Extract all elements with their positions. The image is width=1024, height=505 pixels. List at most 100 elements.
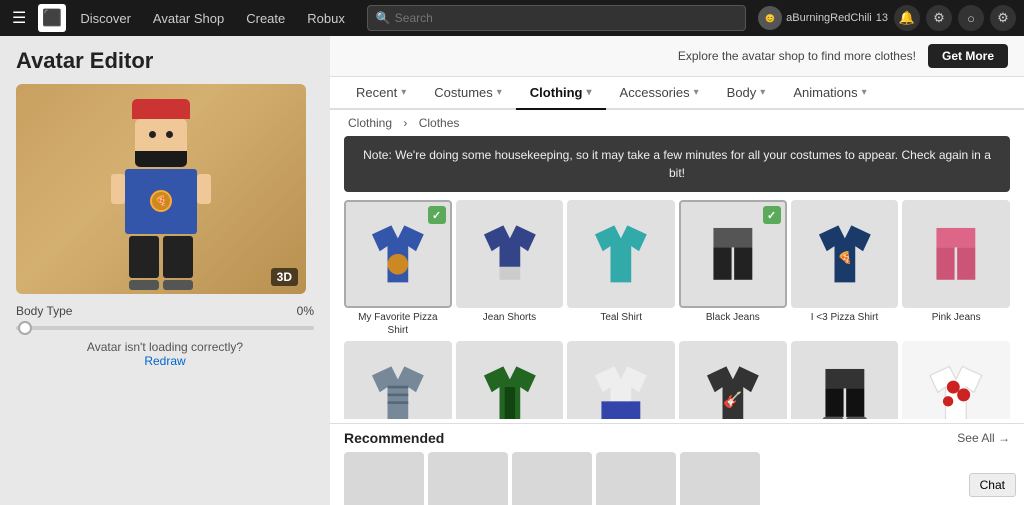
recommended-bar: Recommended See All → <box>330 423 1024 448</box>
redraw-link[interactable]: Redraw <box>144 354 185 368</box>
list-item[interactable]: Jean Shorts with White <box>567 341 675 419</box>
list-item[interactable]: Green Jersey <box>456 341 564 419</box>
notice-bar: Note: We're doing some housekeeping, so … <box>344 136 1010 192</box>
redraw-row: Avatar isn't loading correctly? Redraw <box>16 340 314 368</box>
body-type-row: Body Type 0% <box>16 304 314 318</box>
tabs-bar: Recent ▾ Costumes ▾ Clothing ▾ Accessori… <box>330 77 1024 110</box>
search-input[interactable] <box>395 11 737 25</box>
3d-badge: 3D <box>271 268 298 286</box>
tab-accessories[interactable]: Accessories ▾ <box>606 77 713 110</box>
clothing-item-name: Jean Shorts <box>483 311 536 324</box>
tab-recent[interactable]: Recent ▾ <box>342 77 420 110</box>
clothing-thumb[interactable]: 🍕 <box>791 200 899 308</box>
list-item[interactable] <box>428 452 508 505</box>
clothing-grid: ✓ My Favorite Pizza Shirt Jean Shorts <box>330 200 1024 419</box>
tab-body[interactable]: Body ▾ <box>713 77 780 110</box>
shirt-icon <box>917 215 995 293</box>
avatar-eyes <box>135 119 187 138</box>
list-item[interactable]: Teal Shirt <box>567 200 675 337</box>
list-item[interactable]: 🎸 Guitar Tee with Black <box>679 341 787 419</box>
avatar-legs <box>129 236 193 278</box>
list-item[interactable]: ✓ My Favorite Pizza Shirt <box>344 200 452 337</box>
clothing-thumb[interactable] <box>456 341 564 419</box>
list-item[interactable]: Bloxxer <box>902 341 1010 419</box>
tab-recent-arrow: ▾ <box>401 87 406 98</box>
avatar-head <box>135 119 187 167</box>
chat-button[interactable]: Chat <box>969 473 1016 497</box>
user-info: 😊 aBurningRedChili 13 <box>758 6 888 30</box>
list-item[interactable]: Pink Jeans <box>902 200 1010 337</box>
clothing-item-name: Black Jeans <box>706 311 760 324</box>
tab-costumes-arrow: ▾ <box>497 87 502 98</box>
redraw-text: Avatar isn't loading correctly? <box>87 340 243 354</box>
tab-clothing[interactable]: Clothing ▾ <box>516 77 606 110</box>
body-type-pct: 0% <box>297 304 314 318</box>
notifications-icon[interactable]: 🔔 <box>894 5 920 31</box>
page-title: Avatar Editor <box>16 48 314 74</box>
tab-accessories-arrow: ▾ <box>694 87 699 98</box>
list-item[interactable]: Grey Striped Shirt with <box>344 341 452 419</box>
svg-text:🎸: 🎸 <box>723 390 742 409</box>
list-item[interactable] <box>512 452 592 505</box>
nav-discover[interactable]: Discover <box>70 7 141 30</box>
shirt-icon <box>806 356 884 419</box>
gear-icon[interactable]: ⚙ <box>990 5 1016 31</box>
list-item[interactable] <box>344 452 424 505</box>
left-panel: Avatar Editor � <box>0 36 330 505</box>
shirt-icon <box>582 215 660 293</box>
clothing-thumb[interactable] <box>344 341 452 419</box>
tab-costumes[interactable]: Costumes ▾ <box>420 77 516 110</box>
clothing-thumb[interactable] <box>456 200 564 308</box>
list-item[interactable]: 🍕 I <3 Pizza Shirt <box>791 200 899 337</box>
hamburger-icon[interactable]: ☰ <box>8 4 30 32</box>
robux-count: 13 <box>876 12 888 24</box>
promo-text: Explore the avatar shop to find more clo… <box>678 49 916 63</box>
breadcrumb-clothing[interactable]: Clothing <box>348 116 392 130</box>
clothing-thumb[interactable]: 🎸 <box>679 341 787 419</box>
nav-robux[interactable]: Robux <box>297 7 355 30</box>
settings-icon[interactable]: ⚙ <box>926 5 952 31</box>
top-nav: ☰ ⬛ Discover Avatar Shop Create Robux 🔍 … <box>0 0 1024 36</box>
search-bar[interactable]: 🔍 <box>367 5 746 31</box>
nav-create[interactable]: Create <box>236 7 295 30</box>
circle-icon[interactable]: ○ <box>958 5 984 31</box>
clothing-thumb[interactable] <box>902 200 1010 308</box>
shirt-icon <box>471 356 549 419</box>
tab-animations[interactable]: Animations ▾ <box>779 77 880 110</box>
avatar: 😊 <box>758 6 782 30</box>
slider-thumb[interactable] <box>18 321 32 335</box>
body-type-slider[interactable] <box>16 326 314 330</box>
see-all-link[interactable]: See All → <box>957 431 1010 445</box>
nav-avatar-shop[interactable]: Avatar Shop <box>143 7 234 30</box>
recommended-grid <box>330 448 1024 505</box>
arm-left <box>111 174 125 204</box>
avatar-preview: 🍕 3D <box>16 84 306 294</box>
shirt-icon <box>359 356 437 419</box>
foot-right <box>163 280 193 290</box>
pizza-logo: 🍕 <box>150 190 172 212</box>
nav-links: Discover Avatar Shop Create Robux <box>70 7 355 30</box>
clothing-thumb[interactable] <box>791 341 899 419</box>
tab-body-arrow: ▾ <box>760 87 765 98</box>
arm-right <box>197 174 211 204</box>
svg-text:🍕: 🍕 <box>837 251 852 265</box>
list-item[interactable]: ✓ Black Jeans <box>679 200 787 337</box>
clothing-thumb[interactable]: ✓ <box>679 200 787 308</box>
clothing-thumb[interactable] <box>902 341 1010 419</box>
get-more-button[interactable]: Get More <box>928 44 1008 68</box>
list-item[interactable]: Black Jeans with Sneakers <box>791 341 899 419</box>
breadcrumb-sep: › <box>403 116 410 130</box>
leg-right <box>163 236 193 278</box>
shirt-icon: 🍕 <box>806 215 884 293</box>
main-container: Avatar Editor � <box>0 36 1024 505</box>
avatar-hair <box>135 151 187 167</box>
clothing-thumb[interactable] <box>567 341 675 419</box>
tab-animations-arrow: ▾ <box>862 87 867 98</box>
list-item[interactable]: Jean Shorts <box>456 200 564 337</box>
list-item[interactable] <box>680 452 760 505</box>
right-panel: Explore the avatar shop to find more clo… <box>330 36 1024 505</box>
clothing-thumb[interactable]: ✓ <box>344 200 452 308</box>
list-item[interactable] <box>596 452 676 505</box>
logo[interactable]: ⬛ <box>38 4 66 32</box>
clothing-thumb[interactable] <box>567 200 675 308</box>
